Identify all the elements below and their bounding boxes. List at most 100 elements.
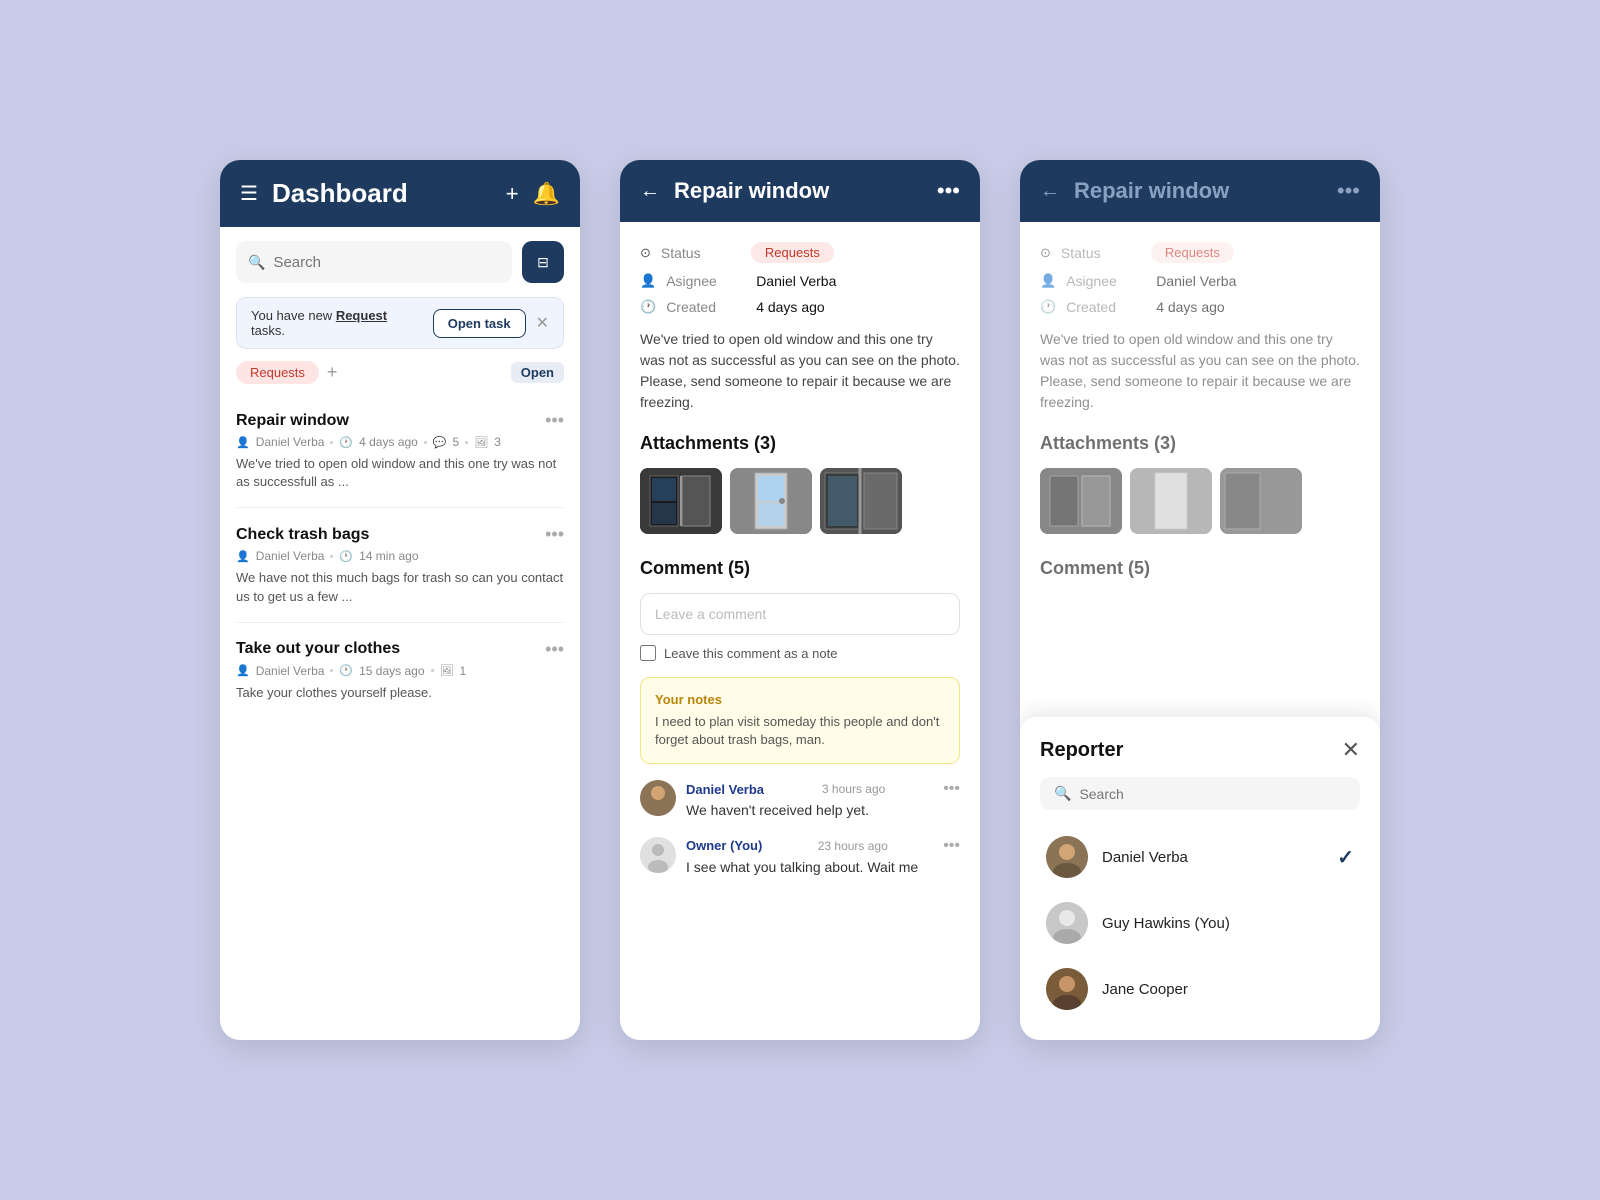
attachment-3[interactable] bbox=[820, 468, 902, 534]
assignee-icon: 👤 bbox=[236, 436, 250, 449]
reporter-item[interactable]: Jane Cooper bbox=[1040, 958, 1360, 1020]
comment-input[interactable]: Leave a comment bbox=[640, 593, 960, 635]
comment-options-icon[interactable]: ••• bbox=[943, 837, 960, 855]
comment-time: 23 hours ago bbox=[818, 839, 888, 853]
assignee-row: 👤 Asignee Daniel Verba bbox=[1040, 273, 1360, 289]
back-button-3[interactable]: ← bbox=[1040, 180, 1060, 203]
comment-entry: Daniel Verba 3 hours ago ••• We haven't … bbox=[640, 780, 960, 821]
task-card-header: Take out your clothes ••• bbox=[236, 639, 564, 660]
task-list: Repair window ••• 👤 Daniel Verba 🕐 4 day… bbox=[220, 394, 580, 1040]
separator bbox=[330, 555, 333, 558]
photo-icon: 🖼 bbox=[474, 436, 488, 449]
task-options-icon[interactable]: ••• bbox=[545, 524, 564, 545]
task-options-icon[interactable]: ••• bbox=[545, 410, 564, 431]
close-notification-icon[interactable]: ✕ bbox=[536, 313, 549, 333]
task-card[interactable]: Check trash bags ••• 👤 Daniel Verba 🕐 14… bbox=[236, 508, 564, 622]
repair-window-title: Repair window bbox=[674, 178, 923, 204]
task-meta: 👤 Daniel Verba 🕐 15 days ago 🖼 1 bbox=[236, 664, 564, 678]
task-time: 15 days ago bbox=[359, 664, 424, 678]
reporter-close-icon[interactable]: ✕ bbox=[1342, 737, 1360, 763]
reporter-search-input[interactable] bbox=[1079, 786, 1346, 802]
repair-detail-panel: ← Repair window ••• ⊙ Status Requests 👤 … bbox=[1020, 160, 1380, 1040]
filter-icon: ⊟ bbox=[537, 254, 549, 271]
reporter-name: Jane Cooper bbox=[1102, 981, 1354, 998]
search-row: 🔍 ⊟ bbox=[220, 227, 580, 297]
task-options-icon[interactable]: ••• bbox=[545, 639, 564, 660]
separator bbox=[431, 669, 434, 672]
photo-count: 3 bbox=[494, 435, 501, 449]
task-title: Take out your clothes bbox=[236, 640, 400, 658]
reporter-header: Reporter ✕ bbox=[1040, 737, 1360, 763]
time-icon: 🕐 bbox=[339, 436, 353, 449]
attachments-row bbox=[640, 468, 960, 534]
notification-text: You have new Request tasks. bbox=[251, 308, 423, 338]
notification-bar: You have new Request tasks. Open task ✕ bbox=[236, 297, 564, 349]
task-time: 14 min ago bbox=[359, 549, 418, 563]
search-input-wrap: 🔍 bbox=[236, 241, 512, 283]
repair-body: ⊙ Status Requests 👤 Asignee Daniel Verba… bbox=[620, 222, 980, 1040]
repair-options-icon[interactable]: ••• bbox=[937, 178, 960, 204]
panel3-options-icon[interactable]: ••• bbox=[1337, 178, 1360, 204]
separator bbox=[465, 441, 468, 444]
reporter-avatar bbox=[1046, 902, 1088, 944]
note-checkbox-row: Leave this comment as a note bbox=[640, 645, 960, 661]
attachment-3-1[interactable] bbox=[1040, 468, 1122, 534]
notes-text: I need to plan visit someday this people… bbox=[655, 713, 945, 749]
task-title: Repair window bbox=[236, 412, 349, 430]
comment-options-icon[interactable]: ••• bbox=[943, 780, 960, 798]
note-checkbox[interactable] bbox=[640, 645, 656, 661]
created-value: 4 days ago bbox=[756, 299, 825, 315]
repair-desc-3: We've tried to open old window and this … bbox=[1040, 329, 1360, 413]
created-row: 🕐 Created 4 days ago bbox=[1040, 299, 1360, 315]
status-badge: Requests bbox=[1151, 242, 1234, 263]
requests-tag[interactable]: Requests bbox=[236, 361, 319, 384]
assignee-icon: 👤 bbox=[236, 664, 250, 677]
commenter-avatar bbox=[640, 780, 676, 816]
task-description: We've tried to open old window and this … bbox=[236, 455, 564, 491]
filter-button[interactable]: ⊟ bbox=[522, 241, 564, 283]
panel3-title: Repair window bbox=[1074, 178, 1323, 204]
attachments-row-3 bbox=[1040, 468, 1360, 534]
add-category-icon[interactable]: + bbox=[327, 362, 338, 383]
reporter-item[interactable]: Daniel Verba ✓ bbox=[1040, 826, 1360, 888]
attachment-3-2[interactable] bbox=[1130, 468, 1212, 534]
attachment-1[interactable] bbox=[640, 468, 722, 534]
add-icon[interactable]: + bbox=[506, 181, 519, 207]
task-card[interactable]: Repair window ••• 👤 Daniel Verba 🕐 4 day… bbox=[236, 394, 564, 508]
notes-title: Your notes bbox=[655, 692, 945, 707]
attachments-title-3: Attachments (3) bbox=[1040, 433, 1360, 454]
task-card-header: Repair window ••• bbox=[236, 410, 564, 431]
menu-icon[interactable]: ☰ bbox=[240, 181, 258, 206]
search-input[interactable] bbox=[273, 244, 500, 281]
reporter-check-icon: ✓ bbox=[1337, 845, 1354, 870]
task-time: 4 days ago bbox=[359, 435, 418, 449]
dashboard-title: Dashboard bbox=[272, 178, 492, 209]
open-task-button[interactable]: Open task bbox=[433, 309, 526, 338]
assignee-label: Asignee bbox=[1066, 273, 1146, 289]
panel3-header: ← Repair window ••• bbox=[1020, 160, 1380, 222]
note-checkbox-label: Leave this comment as a note bbox=[664, 646, 837, 661]
attachment-2[interactable] bbox=[730, 468, 812, 534]
status-label: Status bbox=[1061, 245, 1141, 261]
reporter-search-icon: 🔍 bbox=[1054, 785, 1071, 802]
reporter-title: Reporter bbox=[1040, 739, 1123, 762]
created-value: 4 days ago bbox=[1156, 299, 1225, 315]
open-label: Open bbox=[511, 362, 564, 383]
photo-count: 1 bbox=[459, 664, 466, 678]
notification-link: Request bbox=[336, 308, 387, 323]
task-card-header: Check trash bags ••• bbox=[236, 524, 564, 545]
comments-title-3: Comment (5) bbox=[1040, 558, 1360, 579]
assignee-row: 👤 Asignee Daniel Verba bbox=[640, 273, 960, 289]
reporter-list: Daniel Verba ✓ Guy Hawkins (You) bbox=[1040, 826, 1360, 1020]
assignee-label: Asignee bbox=[666, 273, 746, 289]
task-card[interactable]: Take out your clothes ••• 👤 Daniel Verba… bbox=[236, 623, 564, 718]
assignee-value: Daniel Verba bbox=[1156, 273, 1236, 289]
assignee-icon: 👤 bbox=[236, 550, 250, 563]
bell-icon[interactable]: 🔔 bbox=[533, 181, 560, 207]
reporter-item[interactable]: Guy Hawkins (You) bbox=[1040, 892, 1360, 954]
created-row: 🕐 Created 4 days ago bbox=[640, 299, 960, 315]
back-button[interactable]: ← bbox=[640, 180, 660, 203]
attachment-3-3[interactable] bbox=[1220, 468, 1302, 534]
comment-content: Daniel Verba 3 hours ago ••• We haven't … bbox=[686, 780, 960, 821]
task-meta: 👤 Daniel Verba 🕐 4 days ago 💬 5 🖼 3 bbox=[236, 435, 564, 449]
